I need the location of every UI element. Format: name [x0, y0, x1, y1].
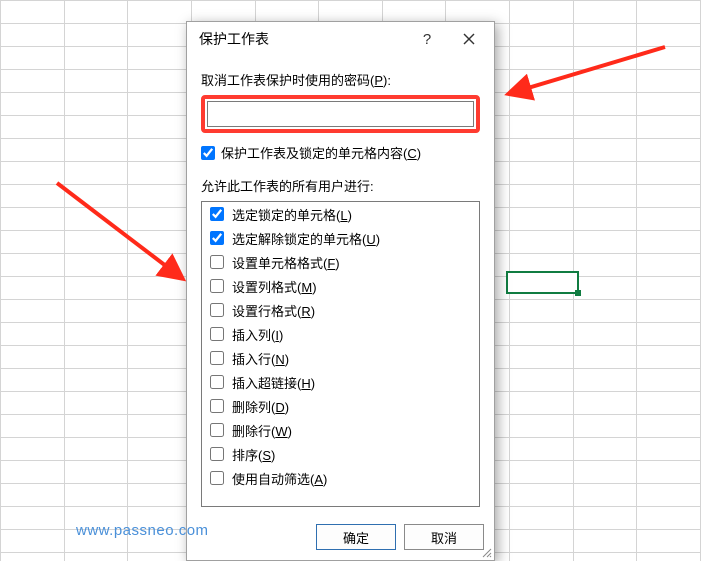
permission-checkbox[interactable]: [210, 447, 224, 461]
permission-label: 使用自动筛选(A): [232, 469, 327, 488]
permission-label: 设置单元格格式(F): [232, 253, 340, 272]
close-icon: [463, 33, 475, 45]
protect-structure-row[interactable]: 保护工作表及锁定的单元格内容(C): [201, 143, 480, 162]
permission-option[interactable]: 设置列格式(M): [202, 274, 479, 298]
permission-option[interactable]: 使用自动筛选(A): [202, 466, 479, 490]
permission-checkbox[interactable]: [210, 375, 224, 389]
permission-label: 选定锁定的单元格(L): [232, 205, 352, 224]
password-label: 取消工作表保护时使用的密码(P):: [201, 70, 480, 89]
permission-option[interactable]: 设置行格式(R): [202, 298, 479, 322]
permission-label: 删除列(D): [232, 397, 289, 416]
permission-checkbox[interactable]: [210, 255, 224, 269]
permission-checkbox[interactable]: [210, 303, 224, 317]
permission-label: 插入行(N): [232, 349, 289, 368]
permission-checkbox[interactable]: [210, 423, 224, 437]
permission-option[interactable]: 选定解除锁定的单元格(U): [202, 226, 479, 250]
permission-label: 插入超链接(H): [232, 373, 315, 392]
permission-option[interactable]: 插入列(I): [202, 322, 479, 346]
permission-checkbox[interactable]: [210, 327, 224, 341]
permission-label: 选定解除锁定的单元格(U): [232, 229, 380, 248]
protect-structure-checkbox[interactable]: [201, 146, 215, 160]
cancel-button[interactable]: 取消: [404, 524, 484, 550]
active-cell[interactable]: [506, 271, 579, 294]
permission-label: 排序(S): [232, 445, 275, 464]
permission-option[interactable]: 删除列(D): [202, 394, 479, 418]
permissions-listbox[interactable]: 选定锁定的单元格(L) 选定解除锁定的单元格(U) 设置单元格格式(F) 设置列格式(…: [201, 201, 480, 507]
dialog-footer: 确定 取消: [187, 514, 494, 560]
ok-button[interactable]: 确定: [316, 524, 396, 550]
permission-label: 设置列格式(M): [232, 277, 317, 296]
permission-checkbox[interactable]: [210, 279, 224, 293]
allow-users-label: 允许此工作表的所有用户进行:: [201, 176, 480, 195]
resize-grip-icon[interactable]: [480, 546, 492, 558]
permission-label: 删除行(W): [232, 421, 292, 440]
password-input[interactable]: [207, 101, 474, 127]
permission-checkbox[interactable]: [210, 471, 224, 485]
dialog-title: 保护工作表: [199, 29, 406, 49]
permission-label: 设置行格式(R): [232, 301, 315, 320]
password-highlight: [201, 95, 480, 133]
permission-checkbox[interactable]: [210, 351, 224, 365]
watermark: www.passneo.com: [76, 522, 209, 539]
permission-option[interactable]: 排序(S): [202, 442, 479, 466]
permission-option[interactable]: 插入超链接(H): [202, 370, 479, 394]
permission-label: 插入列(I): [232, 325, 283, 344]
permission-option[interactable]: 设置单元格格式(F): [202, 250, 479, 274]
permission-option[interactable]: 选定锁定的单元格(L): [202, 202, 479, 226]
permission-checkbox[interactable]: [210, 399, 224, 413]
help-button[interactable]: ?: [406, 24, 448, 54]
protect-structure-label: 保护工作表及锁定的单元格内容(C): [221, 143, 421, 162]
close-button[interactable]: [448, 24, 490, 54]
permission-checkbox[interactable]: [210, 231, 224, 245]
permission-checkbox[interactable]: [210, 207, 224, 221]
dialog-titlebar: 保护工作表 ?: [187, 22, 494, 56]
protect-sheet-dialog: 保护工作表 ? 取消工作表保护时使用的密码(P): 保护工作表及锁定的单元格内容…: [186, 21, 495, 561]
permission-option[interactable]: 插入行(N): [202, 346, 479, 370]
permission-option[interactable]: 删除行(W): [202, 418, 479, 442]
